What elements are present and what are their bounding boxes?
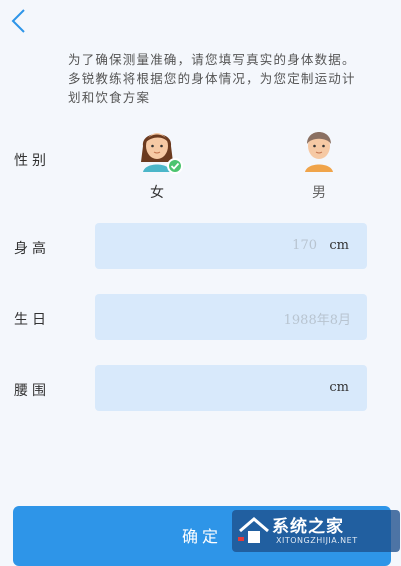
male-avatar-icon bbox=[299, 124, 339, 172]
back-button[interactable] bbox=[6, 6, 34, 38]
house-logo-icon bbox=[238, 517, 269, 543]
height-label: 身高 bbox=[14, 241, 50, 257]
birthday-placeholder: 1988年8月 bbox=[283, 313, 351, 328]
gender-label: 性别 bbox=[14, 153, 50, 169]
selected-check-icon bbox=[167, 158, 183, 174]
height-unit: cm bbox=[329, 238, 349, 253]
gender-male-label: 男 bbox=[312, 185, 326, 201]
gender-male-option[interactable]: 男 bbox=[296, 124, 342, 202]
watermark-url: XITONGZHIJIA.NET bbox=[276, 536, 358, 545]
birthday-input[interactable]: 1988年8月 bbox=[95, 294, 367, 340]
height-placeholder: 170 bbox=[292, 238, 317, 253]
height-input[interactable]: 170 cm bbox=[95, 223, 367, 269]
female-avatar-icon bbox=[137, 124, 183, 174]
gender-female-option[interactable]: 女 bbox=[134, 124, 183, 202]
gender-female-label: 女 bbox=[150, 185, 164, 201]
waist-label: 腰围 bbox=[14, 383, 50, 399]
waist-input[interactable]: cm bbox=[95, 365, 367, 411]
watermark-title: 系统之家 bbox=[272, 517, 344, 537]
watermark-logo: 系统之家 XITONGZHIJIA.NET bbox=[232, 510, 400, 552]
intro-text: 为了确保测量准确，请您填写真实的身体数据。多锐教练将根据您的身体情况，为您定制运… bbox=[68, 52, 356, 105]
chevron-left-icon bbox=[11, 9, 25, 33]
waist-unit: cm bbox=[329, 380, 349, 395]
birthday-label: 生日 bbox=[14, 312, 50, 328]
